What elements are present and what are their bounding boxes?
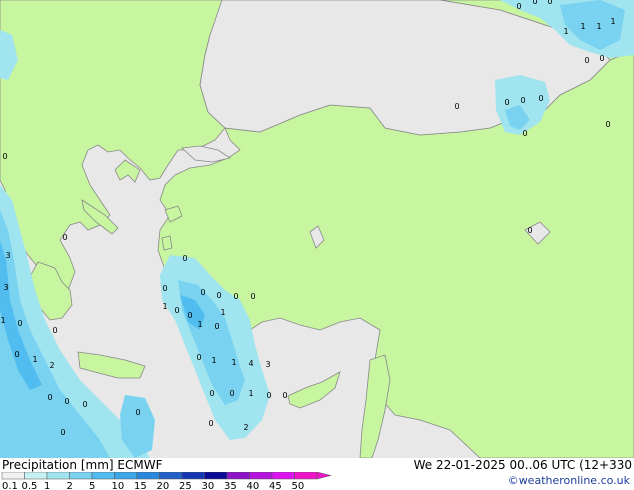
chios-island xyxy=(161,235,173,251)
model-label: ECMWF xyxy=(117,458,163,472)
precip-value-label: 0 xyxy=(504,98,509,107)
precip-value-label: 1 xyxy=(596,22,601,31)
precip-value-label: 0 xyxy=(64,397,69,406)
precip-value-label: 0 xyxy=(599,54,604,63)
legend-scale: 0.1 0.5 1 2 5 10 15 20 25 30 35 40 45 50 xyxy=(1,472,332,490)
precip-value-label: 1 xyxy=(220,308,225,317)
legend-label: 10 xyxy=(112,481,125,490)
precip-value-label: 3 xyxy=(5,251,10,260)
legend-swatch xyxy=(91,472,115,480)
legend-swatch xyxy=(136,472,160,480)
precip-value-label: 0 xyxy=(538,94,543,103)
legend-labels: 0.1 0.5 1 2 5 10 15 20 25 30 35 40 45 50 xyxy=(2,481,304,490)
precip-value-label: 0 xyxy=(135,408,140,417)
precip-value-label: 0 xyxy=(200,288,205,297)
legend-swatch xyxy=(1,472,25,480)
precip-value-label: 0 xyxy=(527,226,532,235)
footer-bar: Precipitation [mm] ECMWF We 22-01-2025 0… xyxy=(0,458,634,490)
legend-swatch xyxy=(181,472,205,480)
precip-value-label: 0 xyxy=(62,233,67,242)
legend-swatch xyxy=(226,472,250,480)
legend-swatch xyxy=(271,472,295,480)
legend-label: 20 xyxy=(157,481,170,490)
legend-swatch xyxy=(24,472,48,480)
precip-value-label: 0 xyxy=(250,292,255,301)
precip-value-label: 0 xyxy=(187,311,192,320)
precip-value-label: 0 xyxy=(82,400,87,409)
precip-value-label: 0 xyxy=(60,428,65,437)
legend-swatch xyxy=(69,472,93,480)
legend-label: 25 xyxy=(179,481,192,490)
precip-value-label: 0 xyxy=(196,353,201,362)
legend-label: 45 xyxy=(269,481,282,490)
precip-value-label: 0 xyxy=(584,56,589,65)
precip-value-label: 0 xyxy=(454,102,459,111)
precip-value-label: 0 xyxy=(162,284,167,293)
precip-value-label: 2 xyxy=(49,361,54,370)
precip-value-label: 0 xyxy=(208,419,213,428)
precip-value-label: 1 xyxy=(32,355,37,364)
precip-value-label: 0 xyxy=(233,292,238,301)
legend-label: 30 xyxy=(202,481,215,490)
map-title: Precipitation [mm] ECMWF xyxy=(2,458,162,472)
variable-label: Precipitation [mm] xyxy=(2,458,114,472)
legend-arrow xyxy=(316,472,332,480)
legend-label: 40 xyxy=(247,481,260,490)
precip-value-label: 0 xyxy=(266,391,271,400)
legend-label: 15 xyxy=(134,481,147,490)
precip-value-label: 1 xyxy=(248,389,253,398)
precip-value-label: 0 xyxy=(516,2,521,11)
precip-value-label: 0 xyxy=(182,254,187,263)
legend-swatch xyxy=(294,472,318,480)
precip-value-label: 1 xyxy=(197,320,202,329)
precip-value-label: 4 xyxy=(248,359,253,368)
precip-value-label: 2 xyxy=(243,423,248,432)
legend-swatch xyxy=(249,472,273,480)
legend-label: 2 xyxy=(67,481,73,490)
legend-swatch xyxy=(159,472,183,480)
precip-value-label: 1 xyxy=(231,358,236,367)
precip-value-label: 1 xyxy=(0,316,5,325)
precip-value-label: 0 xyxy=(520,96,525,105)
precip-value-label: 1 xyxy=(162,302,167,311)
credit-link[interactable]: ©weatheronline.co.uk xyxy=(508,474,630,487)
weather-map: 1111000000000000000331000120000010000100… xyxy=(0,0,634,490)
precip-value-label: 3 xyxy=(265,360,270,369)
precip-value-label: 0 xyxy=(532,0,537,6)
precip-value-label: 0 xyxy=(209,389,214,398)
legend-swatches xyxy=(1,472,332,480)
legend-label: 0.5 xyxy=(22,481,38,490)
precip-value-label: 1 xyxy=(610,17,615,26)
precip-value-label: 0 xyxy=(17,319,22,328)
precip-value-label: 1 xyxy=(580,22,585,31)
map-canvas: 11 1100 00 00 0 0 0000000331 000120 0 00010 0 0 01 00… xyxy=(0,0,634,458)
precip-value-label: 0 xyxy=(47,393,52,402)
precip-value-label: 0 xyxy=(174,306,179,315)
precip-value-label: 0 xyxy=(282,391,287,400)
legend-label: 5 xyxy=(89,481,95,490)
legend-label: 0.1 xyxy=(2,481,18,490)
precip-value-label: 0 xyxy=(605,120,610,129)
datetime-label: We 22-01-2025 00..06 UTC (12+330 xyxy=(413,458,632,472)
precip-value-label: 0 xyxy=(547,0,552,6)
legend-label: 35 xyxy=(224,481,237,490)
precip-value-label: 0 xyxy=(522,129,527,138)
legend-swatch xyxy=(204,472,228,480)
precip-value-label: 0 xyxy=(229,389,234,398)
precip-value-label: 1 xyxy=(563,27,568,36)
precip-value-label: 0 xyxy=(216,291,221,300)
precip-value-label: 0 xyxy=(214,322,219,331)
legend-swatch xyxy=(46,472,70,480)
precip-value-label: 0 xyxy=(2,152,7,161)
legend-label: 1 xyxy=(44,481,50,490)
precip-value-label: 3 xyxy=(3,283,8,292)
legend-swatch xyxy=(114,472,138,480)
legend-label: 50 xyxy=(292,481,305,490)
precip-value-label: 0 xyxy=(14,350,19,359)
precip-value-label: 1 xyxy=(211,356,216,365)
precip-value-label: 0 xyxy=(52,326,57,335)
